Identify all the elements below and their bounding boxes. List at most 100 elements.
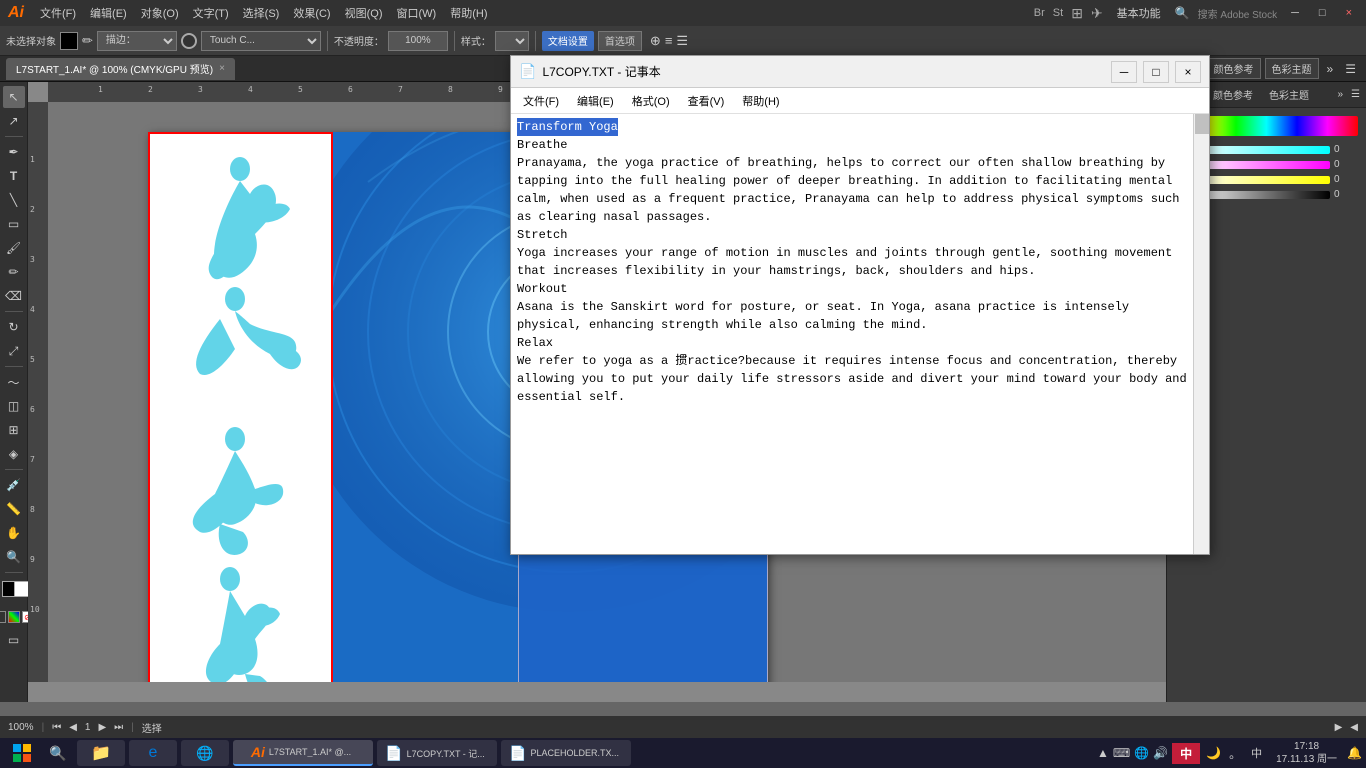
panel-expand-icon[interactable]: » <box>1337 89 1343 100</box>
expand-panels-icon[interactable]: » <box>1323 62 1338 76</box>
black-slider[interactable] <box>1191 191 1330 199</box>
nav-back-icon[interactable]: ◀ <box>69 722 77 733</box>
taskbar-file-explorer[interactable]: 📁 <box>77 740 125 766</box>
notepad-menu-help[interactable]: 帮助(H) <box>734 91 787 111</box>
scroll-right-arrow[interactable]: ▶ <box>1335 722 1343 733</box>
opacity-input[interactable] <box>388 31 448 51</box>
page-number: 1 <box>85 722 91 733</box>
cc-icon[interactable]: Br <box>1034 7 1045 19</box>
notepad-menu-file[interactable]: 文件(F) <box>515 91 567 111</box>
notepad-maximize-button[interactable]: □ <box>1143 61 1169 83</box>
align-icon[interactable]: ≡ <box>665 33 673 48</box>
notepad-menu-edit[interactable]: 编辑(E) <box>569 91 622 111</box>
separator3 <box>535 31 536 51</box>
cyan-slider[interactable] <box>1191 146 1330 154</box>
color-theme-tab[interactable]: 色彩主题 <box>1265 85 1313 104</box>
menu-text[interactable]: 文字(T) <box>187 3 235 23</box>
rect-tool[interactable]: ▭ <box>3 213 25 235</box>
style-dropdown[interactable] <box>495 31 529 51</box>
preferences-button[interactable]: 首选项 <box>598 31 642 51</box>
blend-tool[interactable]: ◈ <box>3 443 25 465</box>
transform-icon[interactable]: ⊕ <box>650 33 661 49</box>
mesh-tool[interactable]: ⊞ <box>3 419 25 441</box>
svg-text:9: 9 <box>30 555 35 564</box>
eyedropper-tool[interactable]: 💉 <box>3 474 25 496</box>
menu-window[interactable]: 窗口(W) <box>391 3 443 23</box>
fill-color-swatch[interactable] <box>60 32 78 50</box>
svg-text:3: 3 <box>198 85 203 94</box>
eraser-tool[interactable]: ⌫ <box>3 285 25 307</box>
language-indicator[interactable]: 中 <box>1247 745 1266 761</box>
gradient-tool[interactable]: ◫ <box>3 395 25 417</box>
paintbrush-tool[interactable]: 🖌 <box>3 237 25 259</box>
touch-dropdown[interactable]: Touch C... <box>201 31 321 51</box>
hand-tool[interactable]: ✋ <box>3 522 25 544</box>
warp-tool[interactable]: 〜 <box>3 371 25 393</box>
none-color[interactable] <box>0 611 6 623</box>
menu-view[interactable]: 视图(Q) <box>339 3 389 23</box>
stroke-dropdown[interactable]: 描边： <box>97 31 177 51</box>
zoom-tool[interactable]: 🔍 <box>3 546 25 568</box>
start-button[interactable] <box>4 740 40 766</box>
notepad-menu-view[interactable]: 查看(V) <box>680 91 733 111</box>
system-clock[interactable]: 17:18 17.11.13 周一 <box>1270 740 1343 766</box>
menu-file[interactable]: 文件(F) <box>34 3 82 23</box>
magenta-slider[interactable] <box>1191 161 1330 169</box>
notepad-text-area[interactable]: Transform Yoga Breathe Pranayama, the yo… <box>511 114 1193 554</box>
volume-icon[interactable]: 🔊 <box>1153 746 1168 760</box>
menu-object[interactable]: 对象(O) <box>135 3 185 23</box>
nav-last-icon[interactable]: ⏭ <box>114 722 123 733</box>
taskbar-notepad2-app[interactable]: 📄 PLACEHOLDER.TX... <box>501 740 631 766</box>
notifications-icon[interactable]: 🔔 <box>1347 746 1362 760</box>
pencil-tool[interactable]: ✏ <box>3 261 25 283</box>
network-icon[interactable]: 🌐 <box>1134 746 1149 760</box>
keyboard-icon[interactable]: ⌨ <box>1113 746 1130 760</box>
menu-effect[interactable]: 效果(C) <box>287 3 336 23</box>
yellow-slider[interactable] <box>1191 176 1330 184</box>
notepad-scrollbar[interactable] <box>1193 114 1209 554</box>
taskbar-edge-browser[interactable]: e <box>129 740 177 766</box>
color-ref-tab[interactable]: 颜色参考 <box>1209 85 1257 104</box>
menu-edit[interactable]: 编辑(E) <box>84 3 133 23</box>
color-theme-panel-button[interactable]: 色彩主题 <box>1265 58 1319 79</box>
panel-menu-icon[interactable]: ☰ <box>1341 62 1360 76</box>
menu-icon[interactable]: ☰ <box>676 33 688 49</box>
close-button[interactable]: × <box>1340 7 1358 19</box>
taskbar-notepad1-app[interactable]: 📄 L7COPY.TXT - 记... <box>377 740 497 766</box>
grid-icon[interactable]: ⊞ <box>1071 5 1083 22</box>
ime-indicator[interactable]: 中 <box>1172 743 1200 764</box>
select-tool[interactable]: ↖ <box>3 86 25 108</box>
measure-tool[interactable]: 📏 <box>3 498 25 520</box>
menu-help[interactable]: 帮助(H) <box>444 3 493 23</box>
workspace-dropdown[interactable]: 基本功能 <box>1111 3 1167 23</box>
taskbar-illustrator-app[interactable]: Ai L7START_1.AI* @... <box>233 740 373 766</box>
rotate-tool[interactable]: ↻ <box>3 316 25 338</box>
menu-select[interactable]: 选择(S) <box>237 3 286 23</box>
stock-icon[interactable]: St <box>1053 7 1063 19</box>
scale-tool[interactable]: ⤢ <box>3 340 25 362</box>
pin-icon[interactable]: ✈ <box>1091 5 1103 22</box>
screen-mode-button[interactable]: ▭ <box>3 629 25 651</box>
panel-close-icon[interactable]: ☰ <box>1351 89 1360 100</box>
document-settings-button[interactable]: 文档设置 <box>542 31 594 51</box>
type-tool[interactable]: T <box>3 165 25 187</box>
color-ref-panel-button[interactable]: 颜色参考 <box>1207 58 1261 79</box>
doc-tab[interactable]: L7START_1.AI* @ 100% (CMYK/GPU 预览) × <box>6 58 235 80</box>
minimize-button[interactable]: ─ <box>1285 7 1305 19</box>
pen-tool[interactable]: ✒ <box>3 141 25 163</box>
direct-select-tool[interactable]: ↗ <box>3 110 25 132</box>
tray-up-arrow-icon[interactable]: ▲ <box>1097 746 1109 760</box>
nav-fwd-icon[interactable]: ▶ <box>98 722 106 733</box>
notepad-menu-format[interactable]: 格式(O) <box>624 91 678 111</box>
doc-tab-close-button[interactable]: × <box>219 63 225 74</box>
taskbar-search-button[interactable]: 🔍 <box>42 740 74 766</box>
scroll-left-arrow[interactable]: ◀ <box>1350 722 1358 733</box>
maximize-button[interactable]: □ <box>1313 7 1332 19</box>
notepad-close-button[interactable]: × <box>1175 61 1201 83</box>
brush-icon[interactable]: ✏ <box>82 33 93 49</box>
gradient-color[interactable] <box>8 611 20 623</box>
notepad-minimize-button[interactable]: ─ <box>1111 61 1137 83</box>
line-tool[interactable]: ╲ <box>3 189 25 211</box>
nav-prev-icon[interactable]: ⏮ <box>52 722 61 733</box>
taskbar-browser2[interactable]: 🌐 <box>181 740 229 766</box>
